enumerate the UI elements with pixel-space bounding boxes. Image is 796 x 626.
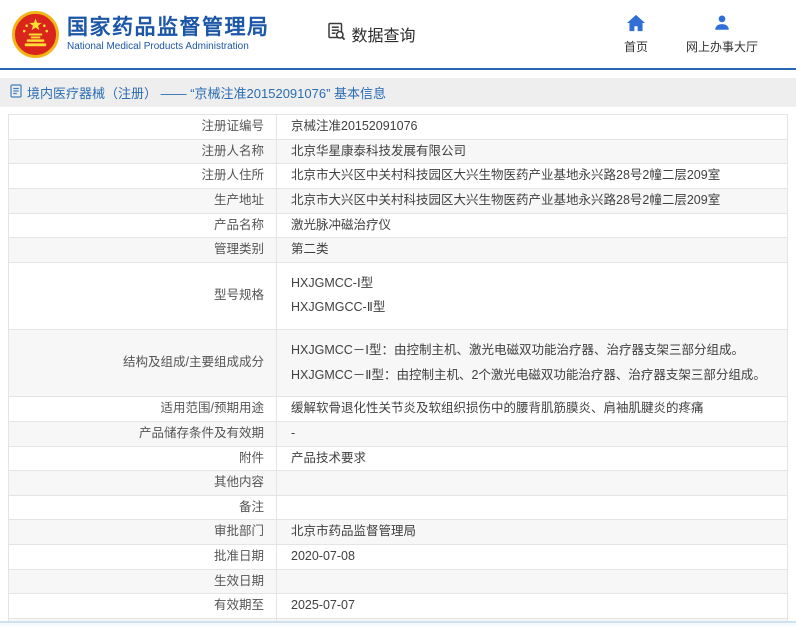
brand-block: 国家药品监督管理局 National Medical Products Admi… xyxy=(67,16,270,52)
data-query-entry[interactable]: 数据查询 xyxy=(326,21,416,47)
row-value: 北京华星康泰科技发展有限公司 xyxy=(277,139,788,164)
table-row: 审批部门北京市药品监督管理局 xyxy=(9,520,788,545)
row-value: 激光脉冲磁治疗仪 xyxy=(277,213,788,238)
row-value xyxy=(277,495,788,520)
table-row: 其他内容 xyxy=(9,471,788,496)
table-row: 注册人住所北京市大兴区中关村科技园区大兴生物医药产业基地永兴路28号2幢二层20… xyxy=(9,164,788,189)
row-label: 管理类别 xyxy=(9,238,277,263)
table-row: 生产地址北京市大兴区中关村科技园区大兴生物医药产业基地永兴路28号2幢二层209… xyxy=(9,188,788,213)
table-row: 结构及组成/主要组成成分HXJGMCC－Ⅰ型：由控制主机、激光电磁双功能治疗器、… xyxy=(9,330,788,397)
top-nav: 首页 网上办事大厅 xyxy=(624,14,782,55)
user-icon xyxy=(713,14,731,35)
row-label: 注册人名称 xyxy=(9,139,277,164)
row-value: 北京市大兴区中关村科技园区大兴生物医药产业基地永兴路28号2幢二层209室 xyxy=(277,164,788,189)
row-label: 产品储存条件及有效期 xyxy=(9,421,277,446)
table-row: 注册证编号京械注准20152091076 xyxy=(9,115,788,140)
national-emblem-logo xyxy=(12,11,59,58)
table-row: 备注 xyxy=(9,495,788,520)
row-label: 型号规格 xyxy=(9,262,277,329)
row-value: 产品技术要求 xyxy=(277,446,788,471)
table-row: 产品储存条件及有效期- xyxy=(9,421,788,446)
site-title: 国家药品监督管理局 xyxy=(67,16,270,40)
row-value xyxy=(277,471,788,496)
row-label: 附件 xyxy=(9,446,277,471)
document-search-icon xyxy=(326,21,347,47)
nav-item-home[interactable]: 首页 xyxy=(624,14,648,55)
nav-item-label: 网上办事大厅 xyxy=(686,38,758,55)
row-label: 有效期至 xyxy=(9,594,277,619)
row-value: HXJGMCC-Ⅰ型 HXJGMGCC-Ⅱ型 xyxy=(277,262,788,329)
footer-divider xyxy=(0,621,796,626)
row-label: 注册人住所 xyxy=(9,164,277,189)
nav-item-service-hall[interactable]: 网上办事大厅 xyxy=(686,14,758,55)
value-line: HXJGMCC－Ⅰ型：由控制主机、激光电磁双功能治疗器、治疗器支架三部分组成。 xyxy=(291,343,773,359)
row-value: - xyxy=(277,421,788,446)
row-label: 生产地址 xyxy=(9,188,277,213)
table-row: 批准日期2020-07-08 xyxy=(9,545,788,570)
site-subtitle: National Medical Products Administration xyxy=(67,41,270,52)
table-row: 生效日期 xyxy=(9,569,788,594)
row-value: 北京市药品监督管理局 xyxy=(277,520,788,545)
page: 国家药品监督管理局 National Medical Products Admi… xyxy=(0,0,796,626)
data-query-label: 数据查询 xyxy=(352,22,416,46)
info-table: 注册证编号京械注准20152091076注册人名称北京华星康泰科技发展有限公司注… xyxy=(8,114,788,626)
table-row: 附件产品技术要求 xyxy=(9,446,788,471)
table-row: 型号规格 HXJGMCC-Ⅰ型 HXJGMGCC-Ⅱ型 xyxy=(9,262,788,329)
table-row: 产品名称激光脉冲磁治疗仪 xyxy=(9,213,788,238)
row-label: 生效日期 xyxy=(9,569,277,594)
row-value: 第二类 xyxy=(277,238,788,263)
row-label: 审批部门 xyxy=(9,520,277,545)
value-line: HXJGMGCC-Ⅱ型 xyxy=(291,300,773,316)
row-label: 批准日期 xyxy=(9,545,277,570)
row-value: 北京市大兴区中关村科技园区大兴生物医药产业基地永兴路28号2幢二层209室 xyxy=(277,188,788,213)
breadcrumb: 境内医疗器械（注册） —— “京械注准20152091076” 基本信息 xyxy=(0,78,796,107)
table-row: 注册人名称北京华星康泰科技发展有限公司 xyxy=(9,139,788,164)
row-value: 2020-07-08 xyxy=(277,545,788,570)
site-header: 国家药品监督管理局 National Medical Products Admi… xyxy=(0,0,796,70)
row-value xyxy=(277,569,788,594)
home-icon xyxy=(626,14,646,35)
row-label: 产品名称 xyxy=(9,213,277,238)
page-doc-icon xyxy=(10,84,22,101)
page-title: 境内医疗器械（注册） —— “京械注准20152091076” 基本信息 xyxy=(27,83,386,102)
row-label: 备注 xyxy=(9,495,277,520)
row-label: 注册证编号 xyxy=(9,115,277,140)
row-label: 适用范围/预期用途 xyxy=(9,397,277,422)
table-row: 适用范围/预期用途缓解软骨退化性关节炎及软组织损伤中的腰背肌筋膜炎、肩袖肌腱炎的… xyxy=(9,397,788,422)
row-value: 缓解软骨退化性关节炎及软组织损伤中的腰背肌筋膜炎、肩袖肌腱炎的疼痛 xyxy=(277,397,788,422)
row-value: HXJGMCC－Ⅰ型：由控制主机、激光电磁双功能治疗器、治疗器支架三部分组成。 H… xyxy=(277,330,788,397)
info-table-body: 注册证编号京械注准20152091076注册人名称北京华星康泰科技发展有限公司注… xyxy=(9,115,788,626)
value-line: HXJGMCC－Ⅱ型：由控制主机、2个激光电磁双功能治疗器、治疗器支架三部分组成… xyxy=(291,368,773,384)
nav-item-label: 首页 xyxy=(624,38,648,55)
row-value: 2025-07-07 xyxy=(277,594,788,619)
value-line: HXJGMCC-Ⅰ型 xyxy=(291,276,773,292)
table-row: 有效期至2025-07-07 xyxy=(9,594,788,619)
table-row: 管理类别第二类 xyxy=(9,238,788,263)
row-value: 京械注准20152091076 xyxy=(277,115,788,140)
row-label: 结构及组成/主要组成成分 xyxy=(9,330,277,397)
row-label: 其他内容 xyxy=(9,471,277,496)
